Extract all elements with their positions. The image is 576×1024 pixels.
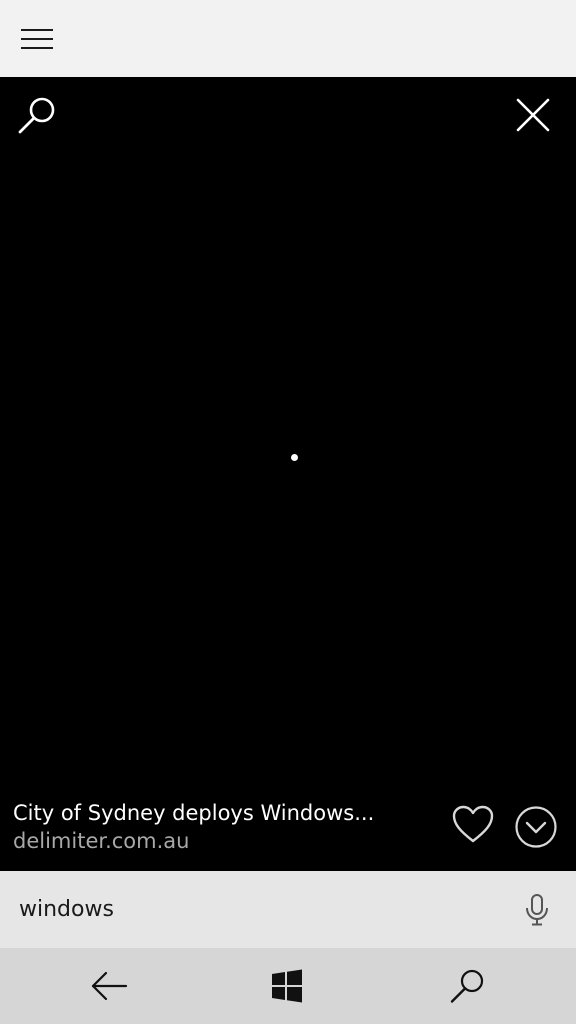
image-viewer[interactable]: City of Sydney deploys Windows... delimi…	[0, 77, 576, 871]
top-app-bar	[0, 0, 576, 77]
search-icon[interactable]	[448, 966, 488, 1006]
search-icon[interactable]	[16, 94, 60, 138]
image-caption[interactable]: City of Sydney deploys Windows... delimi…	[13, 799, 433, 855]
app-window: City of Sydney deploys Windows... delimi…	[0, 0, 576, 1024]
search-input[interactable]	[0, 871, 500, 948]
hamburger-menu-icon[interactable]	[20, 26, 54, 52]
caption-source[interactable]: delimiter.com.au	[13, 827, 433, 855]
heart-icon[interactable]	[450, 803, 496, 847]
navigation-bar	[0, 948, 576, 1024]
search-bar	[0, 871, 576, 948]
close-icon[interactable]	[514, 96, 552, 134]
back-arrow-icon[interactable]	[88, 966, 132, 1006]
chevron-down-circle-icon[interactable]	[514, 805, 558, 849]
loading-indicator	[291, 454, 298, 461]
caption-title[interactable]: City of Sydney deploys Windows...	[13, 799, 433, 827]
windows-logo-icon[interactable]	[268, 968, 306, 1004]
microphone-icon[interactable]	[524, 893, 550, 927]
